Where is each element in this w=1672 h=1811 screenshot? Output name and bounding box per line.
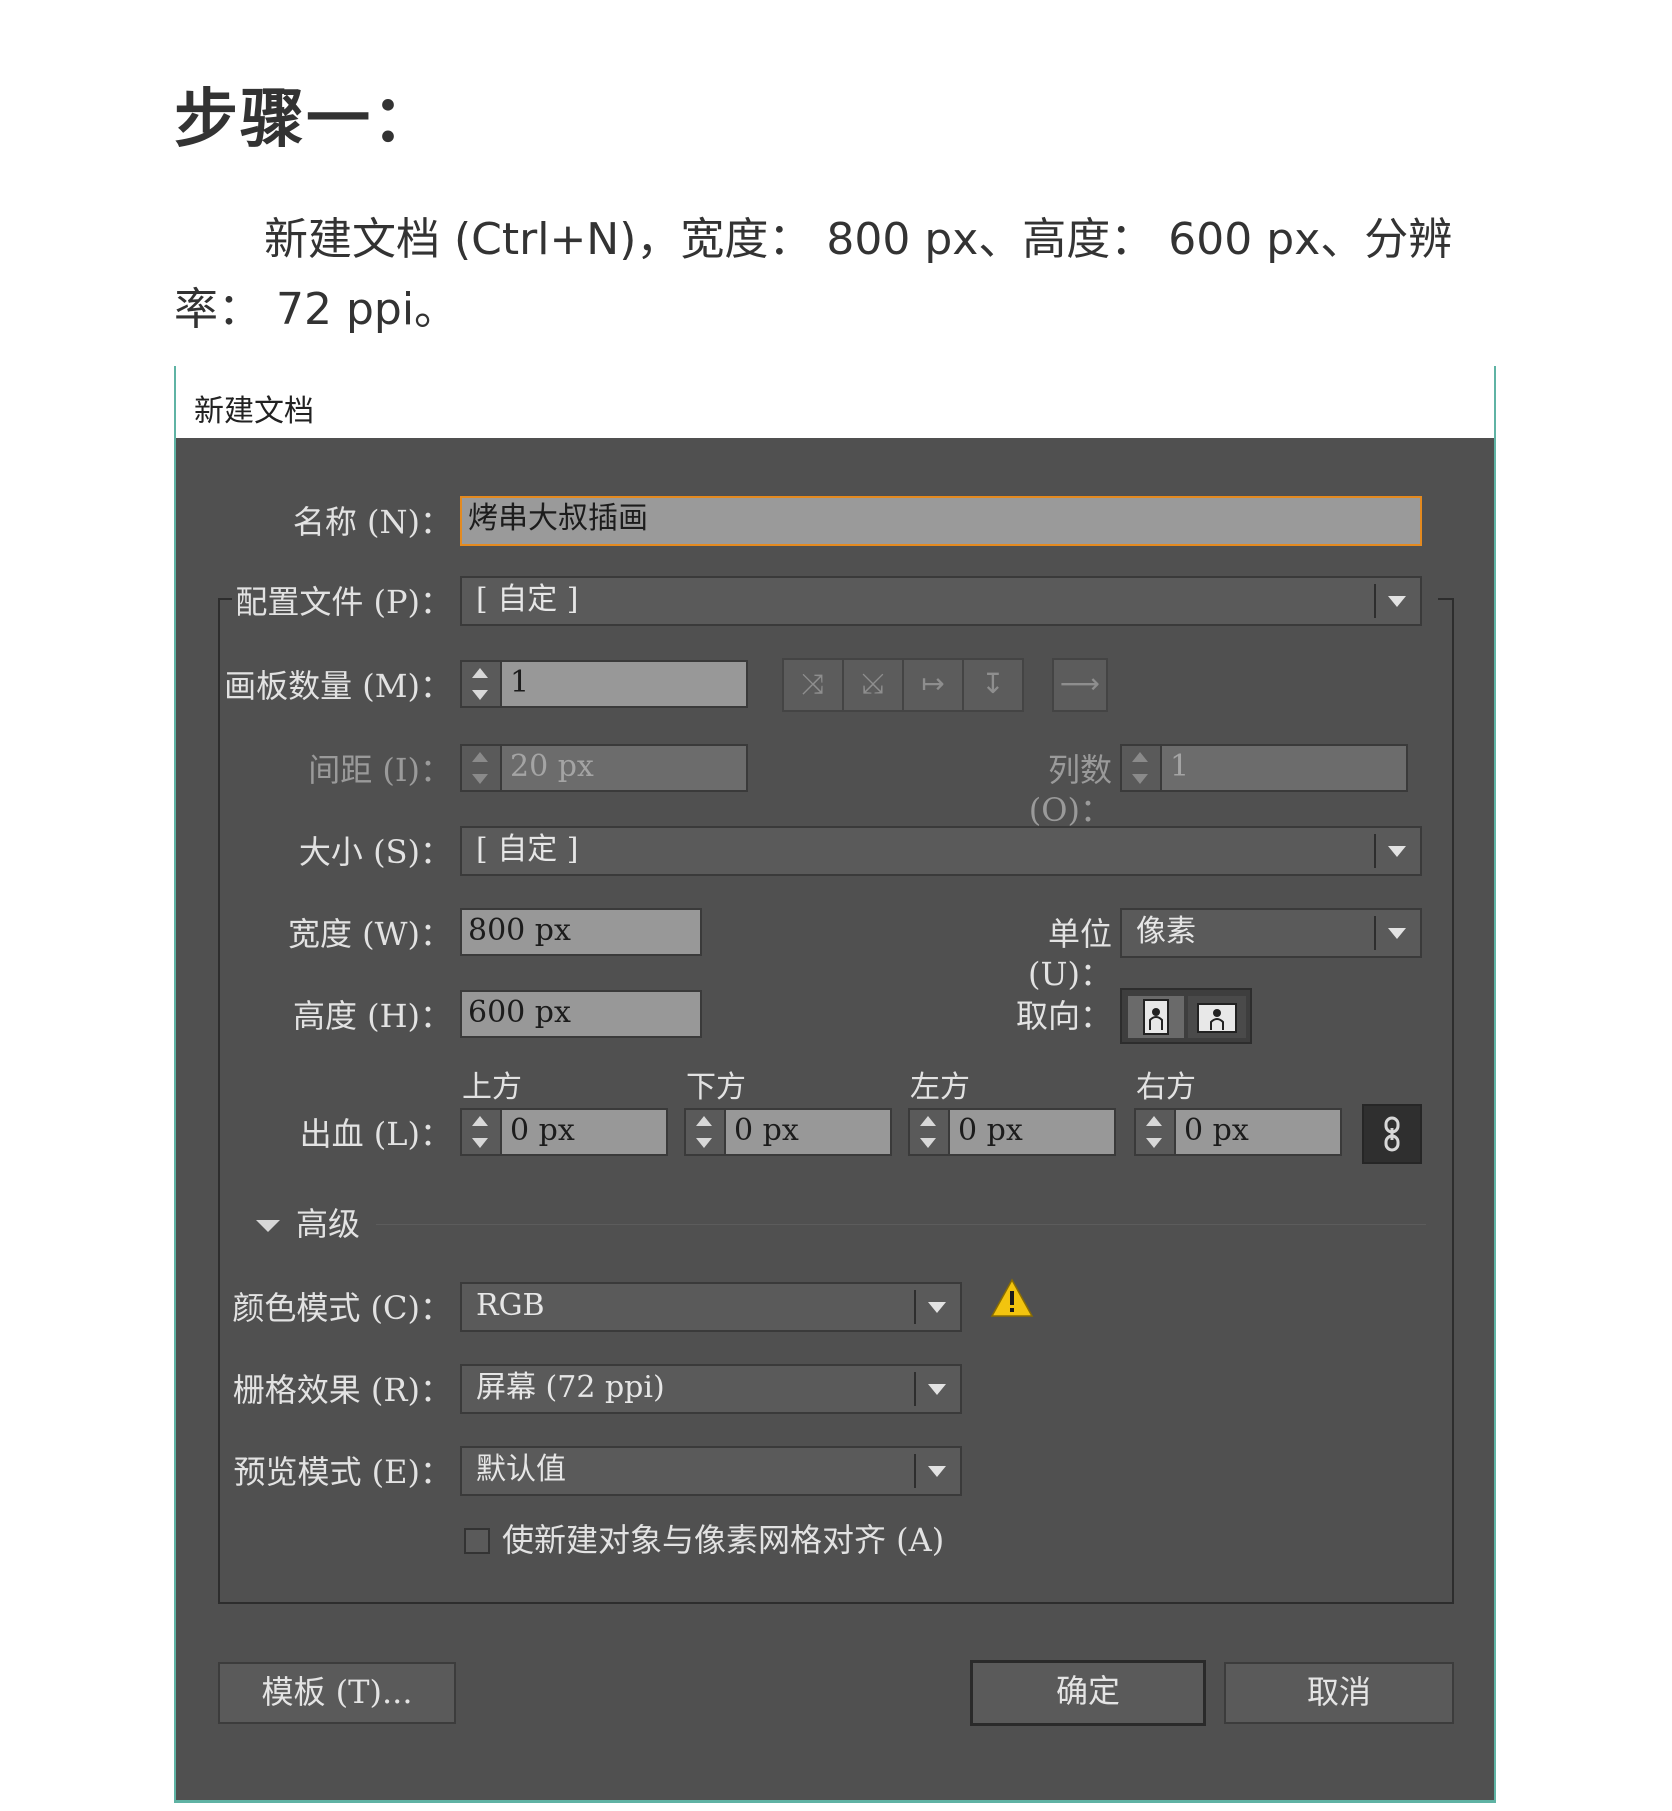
color-mode-label: 颜色模式 (C)： bbox=[232, 1289, 452, 1327]
orientation-toggle bbox=[1120, 988, 1252, 1044]
width-label: 宽度 (W)： bbox=[287, 915, 452, 953]
stepper-arrows-icon[interactable] bbox=[1122, 746, 1162, 790]
color-mode-value: RGB bbox=[476, 1288, 545, 1323]
stepper-arrows-icon[interactable] bbox=[462, 746, 502, 790]
grid-by-column-icon[interactable]: ⤩ bbox=[842, 658, 904, 712]
dialog-titlebar: 新建文档 bbox=[176, 366, 1494, 438]
bleed-left-stepper[interactable]: 0 px bbox=[908, 1108, 1116, 1156]
ok-button[interactable]: 确定 bbox=[970, 1660, 1206, 1726]
chevron-down-icon bbox=[928, 1384, 946, 1395]
link-icon[interactable] bbox=[1362, 1104, 1422, 1164]
align-checkbox[interactable] bbox=[464, 1528, 490, 1554]
preview-dropdown[interactable]: 默认值 bbox=[460, 1446, 962, 1496]
right-to-left-icon[interactable]: ⟶ bbox=[1052, 658, 1108, 712]
bleed-bottom-label: 下方 bbox=[686, 1070, 746, 1105]
templates-button[interactable]: 模板 (T)... bbox=[218, 1662, 456, 1724]
chevron-down-icon bbox=[1388, 596, 1406, 607]
size-value: [ 自定 ] bbox=[476, 832, 579, 867]
stepper-arrows-icon[interactable] bbox=[910, 1110, 950, 1154]
stepper-arrows-icon[interactable] bbox=[462, 662, 502, 706]
intro-paragraph: 新建文档 (Ctrl+N)，宽度： 800 px、高度： 600 px、分辨率：… bbox=[174, 214, 1453, 335]
stepper-arrows-icon[interactable] bbox=[462, 1110, 502, 1154]
profile-value: [ 自定 ] bbox=[476, 582, 579, 617]
arrange-by-row-icon[interactable]: ↦ bbox=[902, 658, 964, 712]
height-input[interactable]: 600 px bbox=[460, 990, 702, 1038]
columns-label: 列数 (O)： bbox=[1028, 751, 1112, 829]
units-dropdown[interactable]: 像素 bbox=[1120, 908, 1422, 958]
profile-dropdown[interactable]: [ 自定 ] bbox=[460, 576, 1422, 626]
size-dropdown[interactable]: [ 自定 ] bbox=[460, 826, 1422, 876]
chevron-down-icon bbox=[928, 1466, 946, 1477]
warning-icon bbox=[990, 1278, 1034, 1318]
bleed-top-stepper[interactable]: 0 px bbox=[460, 1108, 668, 1156]
bleed-right-value: 0 px bbox=[1184, 1113, 1249, 1148]
portrait-icon[interactable] bbox=[1128, 996, 1184, 1038]
bleed-bottom-stepper[interactable]: 0 px bbox=[684, 1108, 892, 1156]
triangle-down-icon[interactable] bbox=[256, 1220, 280, 1232]
name-label: 名称 (N)： bbox=[292, 503, 452, 541]
stepper-arrows-icon[interactable] bbox=[1136, 1110, 1176, 1154]
height-label: 高度 (H)： bbox=[292, 997, 452, 1035]
stepper-arrows-icon[interactable] bbox=[686, 1110, 726, 1154]
landscape-icon[interactable] bbox=[1188, 996, 1246, 1038]
profile-label: 配置文件 (P)： bbox=[235, 583, 452, 621]
orientation-label: 取向： bbox=[1015, 997, 1112, 1035]
spacing-label: 间距 (I)： bbox=[308, 751, 452, 789]
advanced-toggle[interactable]: 高级 bbox=[296, 1204, 360, 1244]
cancel-button[interactable]: 取消 bbox=[1224, 1662, 1454, 1724]
grid-by-row-icon[interactable]: ⤨ bbox=[782, 658, 844, 712]
chevron-down-icon bbox=[1388, 846, 1406, 857]
arrange-by-column-icon[interactable]: ↧ bbox=[962, 658, 1024, 712]
align-checkbox-label[interactable]: 使新建对象与像素网格对齐 (A) bbox=[502, 1520, 944, 1560]
raster-label: 栅格效果 (R)： bbox=[232, 1371, 452, 1409]
bleed-top-value: 0 px bbox=[510, 1113, 575, 1148]
bleed-left-value: 0 px bbox=[958, 1113, 1023, 1148]
artboards-value: 1 bbox=[510, 665, 530, 700]
name-input[interactable]: 烤串大叔插画 bbox=[460, 496, 1422, 546]
raster-dropdown[interactable]: 屏幕 (72 ppi) bbox=[460, 1364, 962, 1414]
chevron-down-icon bbox=[1388, 928, 1406, 939]
raster-value: 屏幕 (72 ppi) bbox=[476, 1370, 665, 1405]
units-label: 单位 (U)： bbox=[1028, 915, 1112, 993]
color-mode-dropdown[interactable]: RGB bbox=[460, 1282, 962, 1332]
advanced-divider bbox=[376, 1224, 1426, 1225]
chevron-down-icon bbox=[928, 1302, 946, 1313]
artboards-stepper[interactable]: 1 bbox=[460, 660, 748, 708]
bleed-top-label: 上方 bbox=[462, 1070, 522, 1105]
page-heading: 步骤一： bbox=[174, 83, 438, 157]
preview-label: 预览模式 (E)： bbox=[233, 1453, 452, 1491]
artboards-label: 画板数量 (M)： bbox=[224, 667, 452, 705]
spacing-stepper[interactable]: 20 px bbox=[460, 744, 748, 792]
bleed-left-label: 左方 bbox=[910, 1070, 970, 1105]
bleed-label: 出血 (L)： bbox=[299, 1115, 452, 1153]
new-document-dialog: 新建文档 名称 (N)： 烤串大叔插画 配置文件 (P)： [ 自定 ] 画板数… bbox=[174, 366, 1496, 1803]
bleed-right-stepper[interactable]: 0 px bbox=[1134, 1108, 1342, 1156]
columns-value: 1 bbox=[1170, 749, 1190, 784]
width-input[interactable]: 800 px bbox=[460, 908, 702, 956]
size-label: 大小 (S)： bbox=[298, 833, 452, 871]
bleed-right-label: 右方 bbox=[1136, 1070, 1196, 1105]
units-value: 像素 bbox=[1136, 914, 1196, 949]
bleed-bottom-value: 0 px bbox=[734, 1113, 799, 1148]
dialog-title: 新建文档 bbox=[194, 394, 314, 429]
preview-value: 默认值 bbox=[476, 1452, 566, 1487]
columns-stepper[interactable]: 1 bbox=[1120, 744, 1408, 792]
spacing-value: 20 px bbox=[510, 749, 594, 784]
